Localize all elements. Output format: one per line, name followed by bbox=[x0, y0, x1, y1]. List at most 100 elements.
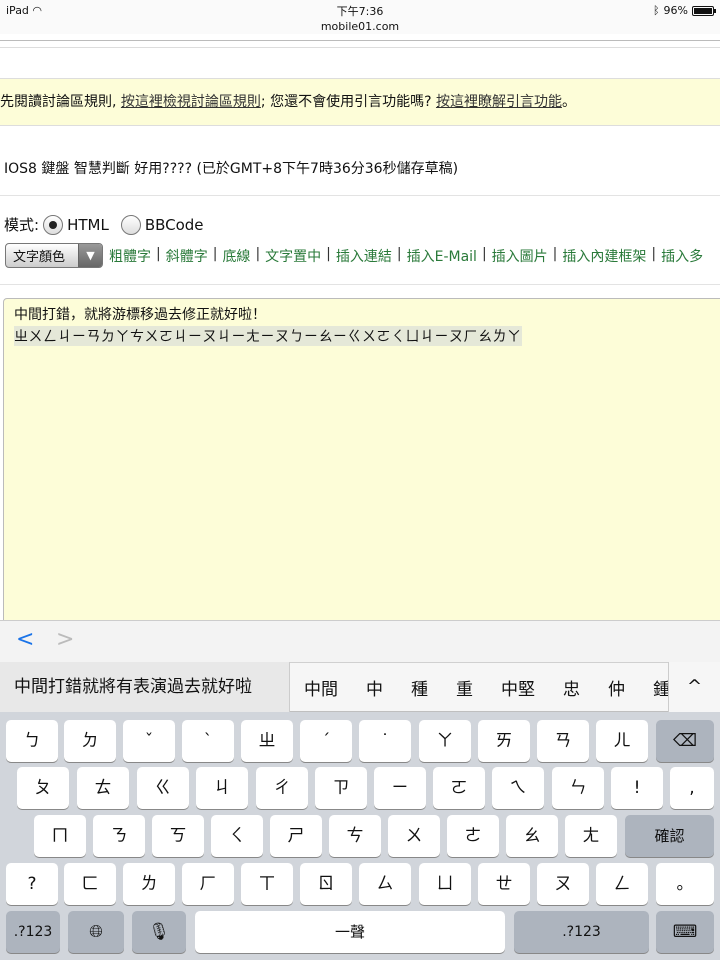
key[interactable]: ㄓ bbox=[241, 720, 293, 762]
key[interactable]: ㄨ bbox=[388, 815, 440, 857]
key[interactable]: ㄎ bbox=[152, 815, 204, 857]
divider bbox=[0, 284, 720, 285]
key[interactable]: ㄌ bbox=[123, 863, 175, 905]
html-radio[interactable] bbox=[43, 214, 64, 235]
quote-help-link[interactable]: 按這裡瞭解引言功能 bbox=[436, 94, 562, 110]
candidate-option[interactable]: 種 bbox=[397, 675, 442, 700]
key[interactable]: ! bbox=[611, 767, 663, 809]
insert-more-button[interactable]: 插入多 bbox=[661, 246, 703, 266]
divider: | bbox=[396, 245, 402, 262]
delete-key[interactable]: ⌫ bbox=[656, 720, 714, 762]
key[interactable]: ˋ bbox=[182, 720, 234, 762]
hide-keyboard-key[interactable]: ⌨︎ bbox=[656, 911, 714, 953]
key[interactable]: ㄝ bbox=[478, 863, 530, 905]
key[interactable]: ㄈ bbox=[64, 863, 116, 905]
divider: | bbox=[651, 245, 657, 262]
key[interactable]: ˇ bbox=[123, 720, 175, 762]
key[interactable]: ㄛ bbox=[433, 767, 485, 809]
key[interactable]: ㄅ bbox=[6, 720, 58, 762]
notice-text: 先閱讀討論區規則, bbox=[0, 94, 121, 110]
confirm-key[interactable]: 確認 bbox=[625, 815, 714, 857]
battery-icon bbox=[692, 5, 716, 16]
candidate-option[interactable]: 忠 bbox=[549, 675, 594, 700]
key[interactable]: ˙ bbox=[359, 720, 411, 762]
key[interactable]: ㄜ bbox=[447, 815, 499, 857]
previous-field-button[interactable]: < bbox=[16, 627, 34, 652]
key[interactable]: ? bbox=[6, 863, 58, 905]
key[interactable]: ㄣ bbox=[552, 767, 604, 809]
key[interactable]: ㄧ bbox=[374, 767, 426, 809]
key[interactable]: 。 bbox=[656, 863, 714, 905]
key[interactable]: ㄖ bbox=[300, 863, 352, 905]
key[interactable]: ˊ bbox=[300, 720, 352, 762]
bbcode-radio[interactable] bbox=[120, 214, 141, 235]
divider bbox=[0, 47, 720, 48]
divider: | bbox=[552, 245, 558, 262]
html-radio-label: HTML bbox=[67, 215, 109, 234]
key[interactable]: ㄆ bbox=[17, 767, 69, 809]
post-subject: IOS8 鍵盤 智慧判斷 好用???? (已於GMT+8下午7時36分36秒儲存… bbox=[4, 161, 459, 177]
key[interactable]: ㄐ bbox=[196, 767, 248, 809]
candidate-option[interactable]: 中 bbox=[352, 675, 397, 700]
insert-link-button[interactable]: 插入連結 bbox=[336, 246, 392, 266]
insert-email-button[interactable]: 插入E-Mail bbox=[407, 246, 477, 266]
globe-key[interactable]: 🌐︎ bbox=[68, 911, 124, 953]
space-key[interactable]: 一聲 bbox=[195, 911, 505, 953]
divider bbox=[0, 195, 720, 196]
status-right: ᛒ 96% bbox=[653, 4, 716, 17]
rules-link[interactable]: 按這裡檢視討論區規則 bbox=[121, 94, 261, 110]
key[interactable]: ㄏ bbox=[182, 863, 234, 905]
key[interactable]: ㄠ bbox=[506, 815, 558, 857]
key[interactable]: ㄩ bbox=[419, 863, 471, 905]
italic-button[interactable]: 斜體字 bbox=[166, 246, 208, 266]
candidate-primary[interactable]: 中間打錯就將有表演過去就好啦 bbox=[0, 662, 290, 712]
candidate-option[interactable]: 重 bbox=[442, 675, 487, 700]
post-editor[interactable]: 中間打錯，就將游標移過去修正就好啦！ ㄓㄨㄥㄐㄧㄢㄉㄚㄘㄨㄛㄐㄧㄡㄐㄧㄤㄧㄡㄅㄧ… bbox=[3, 298, 720, 628]
candidate-option[interactable]: 中堅 bbox=[487, 675, 549, 700]
address-domain[interactable]: mobile01.com bbox=[0, 20, 720, 33]
next-field-button[interactable]: > bbox=[56, 627, 74, 652]
key[interactable]: ㄟ bbox=[492, 767, 544, 809]
numbers-key-right[interactable]: .?123 bbox=[514, 911, 649, 953]
candidate-option[interactable]: 仲 bbox=[594, 675, 639, 700]
underline-button[interactable]: 底線 bbox=[222, 246, 250, 266]
key[interactable]: ㄗ bbox=[315, 767, 367, 809]
insert-image-button[interactable]: 插入圖片 bbox=[492, 246, 548, 266]
key[interactable]: ㄉ bbox=[64, 720, 116, 762]
key[interactable]: ㄍ bbox=[137, 767, 189, 809]
expand-candidates-button[interactable]: ^ bbox=[668, 662, 720, 712]
key[interactable]: ㄙ bbox=[359, 863, 411, 905]
key[interactable]: ㄕ bbox=[270, 815, 322, 857]
key[interactable]: ㄚ bbox=[419, 720, 471, 762]
text-color-select[interactable]: 文字顏色 ▼ bbox=[5, 243, 103, 268]
mode-label: 模式: bbox=[4, 216, 40, 234]
microphone-key[interactable]: 🎙︎ bbox=[132, 911, 186, 953]
zhuyin-keyboard: ㄅ ㄉ ˇ ˋ ㄓ ˊ ˙ ㄚ ㄞ ㄢ ㄦ ⌫ ㄆ ㄊ ㄍ ㄐ ㄔ ㄗ ㄧ ㄛ … bbox=[0, 712, 720, 960]
numbers-key-left[interactable]: .?123 bbox=[6, 911, 60, 953]
editor-toolbar: 文字顏色 ▼ 粗體字 | 斜體字 | 底線 | 文字置中 | 插入連結 | 插入E-Mai… bbox=[5, 243, 703, 268]
key[interactable]: ㄊ bbox=[77, 767, 129, 809]
bold-button[interactable]: 粗體字 bbox=[109, 246, 151, 266]
center-button[interactable]: 文字置中 bbox=[265, 246, 321, 266]
insert-iframe-button[interactable]: 插入內建框架 bbox=[562, 246, 646, 266]
candidate-option[interactable]: 中間 bbox=[290, 675, 352, 700]
key[interactable]: ㄋ bbox=[93, 815, 145, 857]
divider bbox=[0, 40, 720, 41]
candidate-bar: 中間打錯就將有表演過去就好啦 中間 中 種 重 中堅 忠 仲 鍾 ^ bbox=[0, 662, 720, 712]
status-bar: iPad ◠ 下午7:36 mobile01.com ᛒ 96% bbox=[0, 0, 720, 34]
key[interactable]: ㄥ bbox=[596, 863, 648, 905]
key[interactable]: ㄒ bbox=[241, 863, 293, 905]
key[interactable]: ㄘ bbox=[329, 815, 381, 857]
key[interactable]: ㄞ bbox=[478, 720, 530, 762]
key[interactable]: ㄑ bbox=[211, 815, 263, 857]
key[interactable]: ㄢ bbox=[537, 720, 589, 762]
keyboard-dismiss-icon: ⌨︎ bbox=[672, 922, 698, 942]
candidate-option[interactable]: 鍾 bbox=[639, 675, 668, 700]
key[interactable]: ㄤ bbox=[565, 815, 617, 857]
key[interactable]: , bbox=[670, 767, 714, 809]
key[interactable]: ㄡ bbox=[537, 863, 589, 905]
backspace-icon: ⌫ bbox=[672, 731, 698, 751]
key[interactable]: ㄔ bbox=[256, 767, 308, 809]
key[interactable]: ㄦ bbox=[596, 720, 648, 762]
key[interactable]: ㄇ bbox=[34, 815, 86, 857]
